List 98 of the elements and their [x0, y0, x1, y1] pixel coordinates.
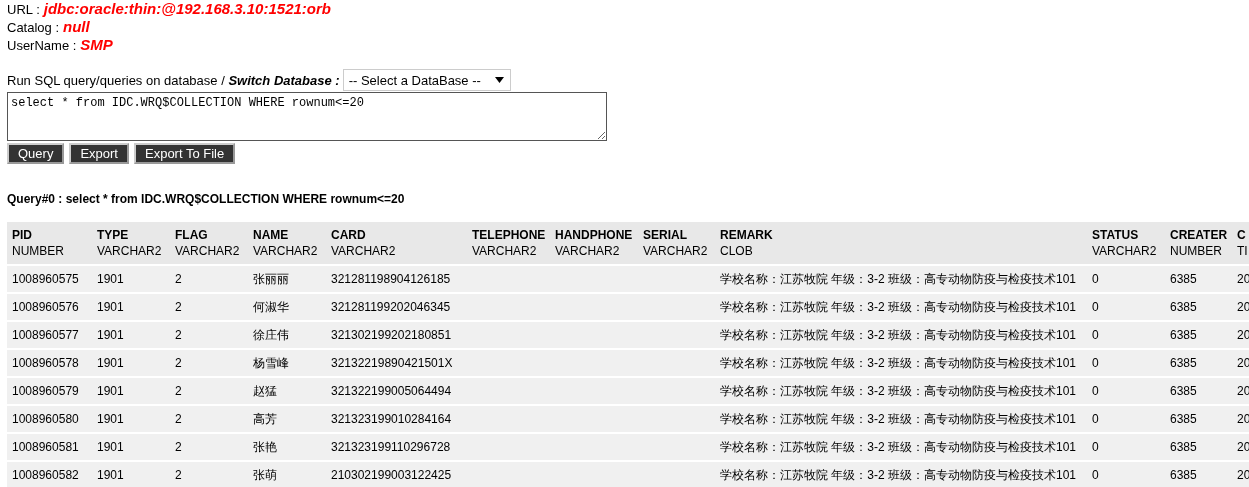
- table-cell: 32132219890421501X: [326, 349, 467, 377]
- table-cell: 2: [170, 349, 248, 377]
- info-value: jdbc:oracle:thin:@192.168.3.10:1521:orb: [43, 0, 331, 17]
- table-cell: 6385: [1165, 349, 1232, 377]
- table-cell: 张丽丽: [248, 265, 326, 293]
- table-cell: 张萌: [248, 461, 326, 487]
- column-header: FLAG VARCHAR2: [170, 222, 248, 265]
- column-header: SERIAL VARCHAR2: [638, 222, 715, 265]
- table-cell: 学校名称：江苏牧院 年级：3-2 班级：高专动物防疫与检疫技术101: [715, 321, 1087, 349]
- table-cell: 0: [1087, 377, 1165, 405]
- table-cell: 学校名称：江苏牧院 年级：3-2 班级：高专动物防疫与检疫技术101: [715, 265, 1087, 293]
- sql-input-field[interactable]: select * from IDC.WRQ$COLLECTION WHERE rownum<=20: [7, 92, 607, 141]
- table-cell: 2: [170, 405, 248, 433]
- table-cell: 学校名称：江苏牧院 年级：3-2 班级：高专动物防疫与检疫技术101: [715, 405, 1087, 433]
- column-header: TYPE VARCHAR2: [92, 222, 170, 265]
- table-cell: 学校名称：江苏牧院 年级：3-2 班级：高专动物防疫与检疫技术101: [715, 349, 1087, 377]
- table-cell: 0: [1087, 321, 1165, 349]
- table-cell: 321323199010284164: [326, 405, 467, 433]
- table-cell: 0: [1087, 265, 1165, 293]
- table-cell: 321281199202046345: [326, 293, 467, 321]
- table-cell: 学校名称：江苏牧院 年级：3-2 班级：高专动物防疫与检疫技术101: [715, 293, 1087, 321]
- table-cell: 6385: [1165, 321, 1232, 349]
- table-cell: 1901: [92, 461, 170, 487]
- action-button[interactable]: Query: [7, 143, 65, 164]
- table-cell: 321302199202180851: [326, 321, 467, 349]
- table-cell: 学校名称：江苏牧院 年级：3-2 班级：高专动物防疫与检疫技术101: [715, 433, 1087, 461]
- table-cell: 何淑华: [248, 293, 326, 321]
- table-cell: 20: [1232, 293, 1249, 321]
- table-cell: 1901: [92, 293, 170, 321]
- table-cell: 0: [1087, 349, 1165, 377]
- table-cell: 20: [1232, 461, 1249, 487]
- table-cell: 6385: [1165, 461, 1232, 487]
- table-cell: 1008960580: [7, 405, 92, 433]
- table-cell: 1901: [92, 377, 170, 405]
- table-cell: 2: [170, 321, 248, 349]
- table-cell: 20: [1232, 405, 1249, 433]
- info-value: null: [63, 18, 90, 35]
- table-cell: 6385: [1165, 405, 1232, 433]
- info-label: UserName :: [7, 37, 77, 54]
- table-cell: 20: [1232, 349, 1249, 377]
- table-cell: 0: [1087, 461, 1165, 487]
- table-cell: 2: [170, 461, 248, 487]
- table-cell: 2: [170, 293, 248, 321]
- table-cell: 1901: [92, 433, 170, 461]
- table-cell: 210302199003122425: [326, 461, 467, 487]
- table-cell: 高芳: [248, 405, 326, 433]
- table-cell: 2: [170, 433, 248, 461]
- table-cell: 杨雪峰: [248, 349, 326, 377]
- table-cell: 20: [1232, 433, 1249, 461]
- table-cell: 1901: [92, 405, 170, 433]
- table-cell: 0: [1087, 293, 1165, 321]
- table-cell: 20: [1232, 321, 1249, 349]
- table-cell: 1008960576: [7, 293, 92, 321]
- database-select[interactable]: -- Select a DataBase --: [342, 69, 511, 91]
- table-cell: 6385: [1165, 293, 1232, 321]
- info-label: URL :: [7, 1, 40, 18]
- table-cell: 6385: [1165, 377, 1232, 405]
- table-cell: 1901: [92, 265, 170, 293]
- table-cell: 学校名称：江苏牧院 年级：3-2 班级：高专动物防疫与检疫技术101: [715, 461, 1087, 487]
- column-header: STATUS VARCHAR2: [1087, 222, 1165, 265]
- info-label: Catalog :: [7, 19, 60, 36]
- column-header: C TI: [1232, 222, 1249, 265]
- table-cell: 0: [1087, 433, 1165, 461]
- info-value: SMP: [80, 36, 113, 53]
- table-cell: 2: [170, 377, 248, 405]
- table-cell: 0: [1087, 405, 1165, 433]
- query-prompt: Run SQL query/queries on database / Switch Database :: [7, 72, 340, 88]
- column-header: PID NUMBER: [7, 222, 92, 265]
- result-title: Query#0 : select * from IDC.WRQ$COLLECTION WHERE rownum<=20: [7, 192, 406, 206]
- caret-icon: [494, 77, 504, 83]
- table-cell: 20: [1232, 377, 1249, 405]
- table-cell: 1008960579: [7, 377, 92, 405]
- table-cell: 321322199005064494: [326, 377, 467, 405]
- table-cell: 1008960582: [7, 461, 92, 487]
- action-button[interactable]: Export: [69, 143, 129, 164]
- action-button[interactable]: Export To File: [134, 143, 236, 164]
- table-cell: 1008960578: [7, 349, 92, 377]
- column-header: TELEPHONE VARCHAR2: [467, 222, 550, 265]
- table-cell: 徐庄伟: [248, 321, 326, 349]
- table-cell: 321323199110296728: [326, 433, 467, 461]
- column-header: CARD VARCHAR2: [326, 222, 467, 265]
- table-cell: 张艳: [248, 433, 326, 461]
- column-header: CREATER NUMBER: [1165, 222, 1232, 265]
- column-header: HANDPHONE VARCHAR2: [550, 222, 638, 265]
- column-header: NAME VARCHAR2: [248, 222, 326, 265]
- table-cell: 1901: [92, 349, 170, 377]
- column-header: REMARK CLOB: [715, 222, 1087, 265]
- table-cell: 6385: [1165, 265, 1232, 293]
- table-cell: 1901: [92, 321, 170, 349]
- table-cell: 1008960577: [7, 321, 92, 349]
- table-cell: 321281198904126185: [326, 265, 467, 293]
- table-cell: 2: [170, 265, 248, 293]
- table-cell: 赵猛: [248, 377, 326, 405]
- table-cell: 20: [1232, 265, 1249, 293]
- table-cell: 6385: [1165, 433, 1232, 461]
- table-cell: 学校名称：江苏牧院 年级：3-2 班级：高专动物防疫与检疫技术101: [715, 377, 1087, 405]
- table-cell: 1008960575: [7, 265, 92, 293]
- table-cell: 1008960581: [7, 433, 92, 461]
